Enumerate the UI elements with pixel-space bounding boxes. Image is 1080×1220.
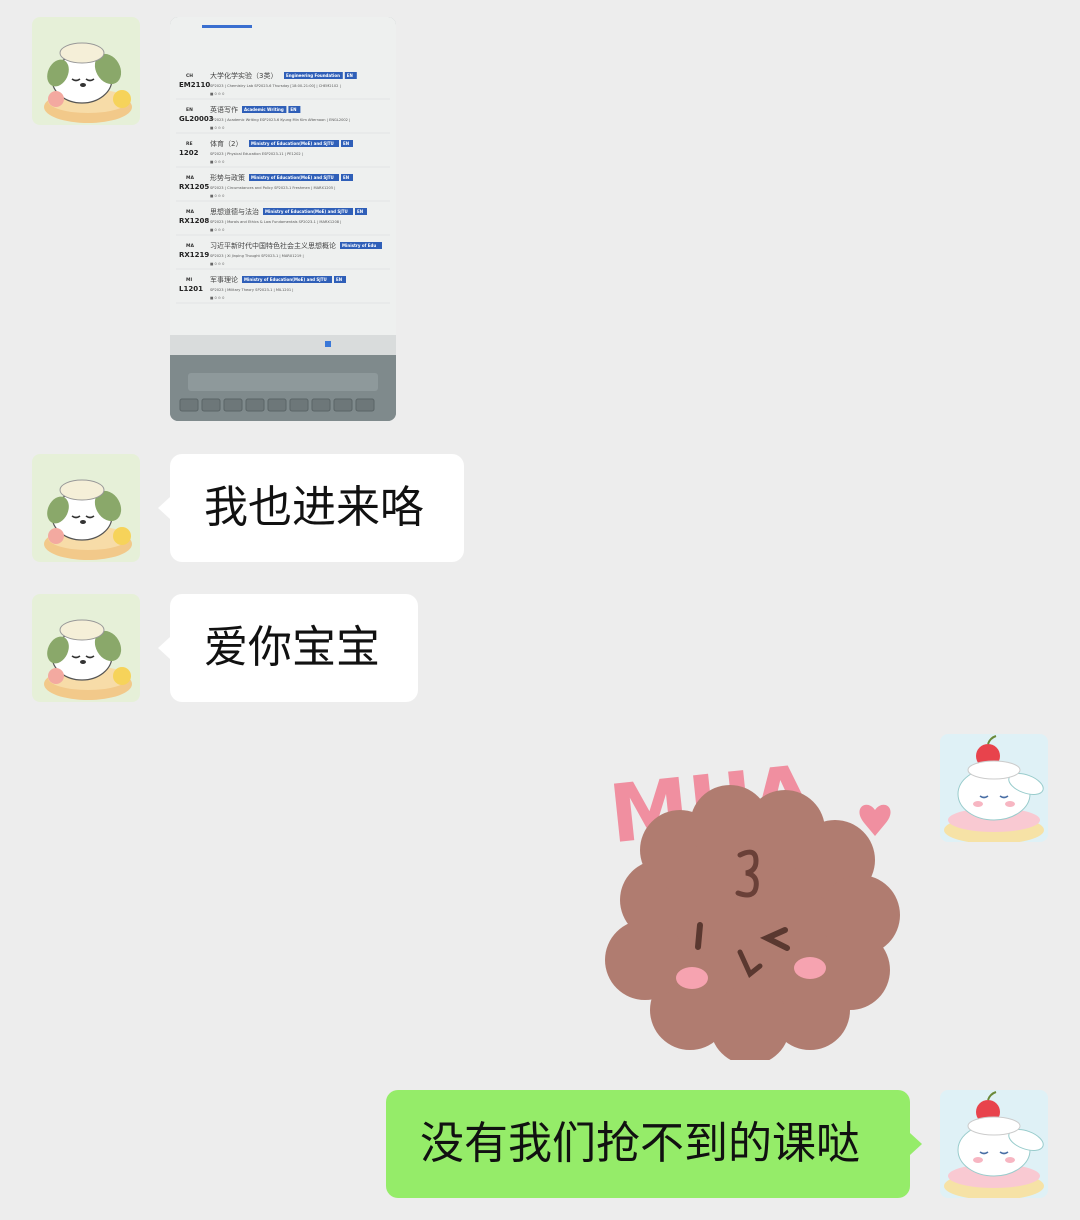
- bubble-tail: [910, 1133, 922, 1155]
- course-detail: SP2023 | Chemistry Lab SP2023-6 Thursday…: [210, 84, 341, 88]
- pochacco-avatar-icon: [32, 17, 140, 125]
- course-tag-label: EN: [290, 107, 296, 112]
- course-tag-label: Engineering Foundation: [286, 73, 340, 78]
- course-meta: ■ 0 ⊙ 0: [210, 160, 225, 164]
- course-tag-label: Ministry of Education(MoE) and SJTU: [251, 141, 334, 146]
- friend-avatar[interactable]: [32, 454, 140, 562]
- friend-avatar[interactable]: [32, 17, 140, 125]
- cinnamoroll-avatar-icon: [940, 1090, 1048, 1198]
- course-detail: SP2023 | Morals and Ethics & Law Fundame…: [210, 220, 341, 224]
- course-tag-label: EN: [357, 209, 363, 214]
- course-tag-label: Ministry of Edu: [342, 243, 376, 248]
- course-name: 英语写作: [210, 105, 238, 114]
- course-code-prefix: MA: [186, 175, 194, 181]
- mua-dog-sticker[interactable]: MUA: [580, 730, 920, 1065]
- course-name: 形势与政策: [210, 173, 245, 182]
- course-list-photo[interactable]: CH EM2110 大学化学实验（3类） Engineering Foundation…: [170, 17, 396, 421]
- bubble-tail: [158, 637, 170, 659]
- course-code-prefix: RE: [186, 141, 193, 147]
- course-tag-label: Ministry of Education(MoE) and SJTU: [244, 277, 327, 282]
- bubble-tail: [158, 497, 170, 519]
- course-name: 军事理论: [210, 275, 238, 284]
- course-name: 思想道德与法治: [210, 207, 259, 216]
- course-tag-label: Ministry of Education(MoE) and SJTU: [265, 209, 348, 214]
- message-text: 我也进来咯: [204, 482, 424, 533]
- course-code-prefix: CH: [186, 73, 193, 79]
- course-meta: ■ 0 ⊙ 0: [210, 126, 225, 130]
- my-avatar[interactable]: [940, 734, 1048, 842]
- message-bubble[interactable]: 没有我们抢不到的课哒: [386, 1090, 910, 1198]
- friend-avatar[interactable]: [32, 594, 140, 702]
- course-code: EM2110: [179, 81, 210, 89]
- course-name: 习近平新时代中国特色社会主义思想概论: [210, 241, 336, 250]
- course-detail: SP2023 | Physical Education ESP2023-11 |…: [210, 152, 303, 156]
- pochacco-avatar-icon: [32, 454, 140, 562]
- course-tag-label: Academic Writing: [244, 107, 284, 112]
- course-detail: SP2023 | Military Theory SP2023-1 | MIL1…: [210, 288, 294, 292]
- course-meta: ■ 0 ⊙ 0: [210, 194, 225, 198]
- message-bubble[interactable]: 我也进来咯: [170, 454, 464, 562]
- course-tag-label: EN: [343, 141, 349, 146]
- course-meta: ■ 0 ⊙ 0: [210, 296, 225, 300]
- poodle-kiss-sticker-icon: MUA: [605, 748, 900, 1065]
- course-tag-label: EN: [343, 175, 349, 180]
- course-code: RX1205: [179, 183, 209, 191]
- pochacco-avatar-icon: [32, 594, 140, 702]
- course-name: 体育（2）: [210, 139, 242, 148]
- my-avatar[interactable]: [940, 1090, 1048, 1198]
- course-tag-label: Ministry of Education(MoE) and SJTU: [251, 175, 334, 180]
- course-meta: ■ 0 ⊙ 0: [210, 262, 225, 266]
- message-text: 爱你宝宝: [204, 622, 380, 673]
- course-code: 1202: [179, 149, 199, 157]
- course-code: RX1219: [179, 251, 209, 259]
- course-code-prefix: MA: [186, 209, 194, 215]
- course-code: RX1208: [179, 217, 209, 225]
- course-code-prefix: EN: [186, 107, 193, 113]
- course-tag-label: EN: [347, 73, 353, 78]
- course-meta: ■ 0 ⊙ 0: [210, 92, 225, 96]
- course-code: GL20003: [179, 115, 214, 123]
- course-code-prefix: MA: [186, 243, 194, 249]
- course-meta: ■ 0 ⊙ 0: [210, 228, 225, 232]
- course-code-prefix: MI: [186, 277, 192, 283]
- course-detail: SP2023 | Xi Jinping Thought SP2023-1 | M…: [210, 254, 304, 258]
- message-text: 没有我们抢不到的课哒: [420, 1118, 860, 1169]
- course-code: L1201: [179, 285, 203, 293]
- message-bubble[interactable]: 爱你宝宝: [170, 594, 418, 702]
- course-detail: SP2023 | Circumstances and Policy SP2023…: [210, 186, 335, 190]
- course-name: 大学化学实验（3类）: [210, 71, 277, 80]
- course-tag-label: EN: [336, 277, 342, 282]
- cinnamoroll-avatar-icon: [940, 734, 1048, 842]
- course-detail: SP2023 | Academic Writing ESP2023-6 Kyun…: [210, 118, 350, 122]
- course-photo-image: CH EM2110大学化学实验（3类） Engineering Foundation…: [170, 17, 396, 421]
